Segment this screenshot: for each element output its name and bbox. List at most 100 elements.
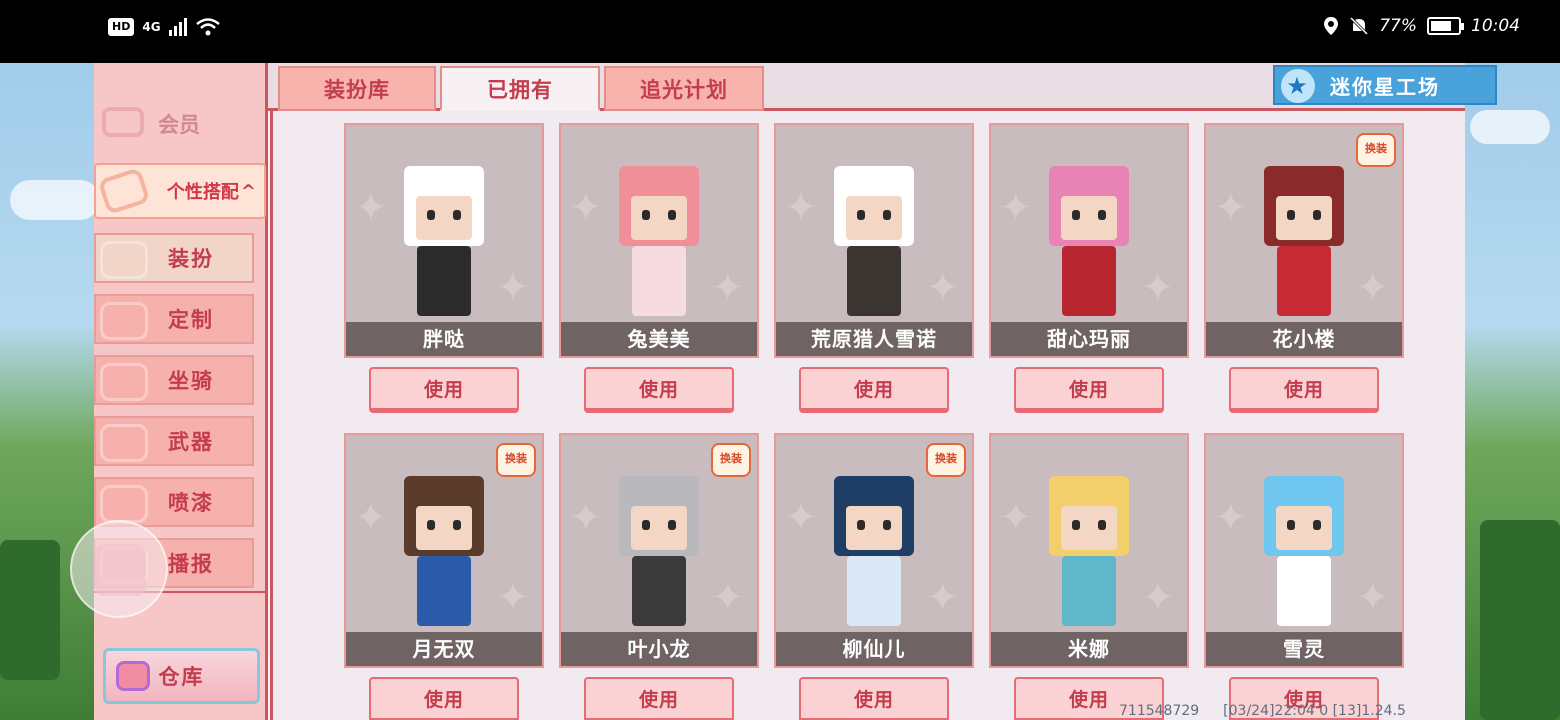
vip-icon — [102, 107, 144, 137]
battery-icon — [1427, 17, 1464, 35]
character-figure — [389, 456, 499, 636]
star-decoration: ✦ — [1356, 265, 1390, 311]
star-decoration: ✦ — [999, 495, 1033, 541]
star-decoration: ✦ — [569, 495, 603, 541]
dressup-panel: 会员 个性搭配 ^ 装扮定制坐骑武器喷漆播报 仓库 装扮库 已拥有 追光计划 ★… — [94, 63, 1497, 720]
pencil-icon — [100, 302, 148, 340]
clock: 10:04 — [1471, 16, 1520, 36]
outfit-change-badge: 换装 — [496, 443, 536, 477]
character-figure — [1034, 456, 1144, 636]
sidebar-item-label: 会员 — [158, 113, 200, 137]
footer-info: 711548729 [03/24]22:04 0 [13]1.24.5 — [1119, 703, 1406, 719]
sidebar-item-label: 定制 — [168, 308, 214, 332]
skin-name: 花小楼 — [1206, 322, 1402, 356]
skin-name: 甜心玛丽 — [991, 322, 1187, 356]
skin-card[interactable]: ✦ ✦ 米娜 — [989, 433, 1189, 668]
character-figure — [1034, 146, 1144, 326]
status-bar: HD 4G 77% 10:04 — [0, 0, 1560, 63]
star-decoration: ✦ — [1214, 185, 1248, 231]
signal-icon — [168, 18, 187, 36]
outfit-change-badge: 换装 — [1356, 133, 1396, 167]
mount-icon — [100, 363, 148, 401]
use-button[interactable]: 使用 — [369, 677, 519, 720]
skin-name: 叶小龙 — [561, 632, 757, 666]
hd-icon: HD — [108, 18, 135, 36]
outfit-change-badge: 换装 — [711, 443, 751, 477]
use-button[interactable]: 使用 — [369, 367, 519, 413]
sidebar-item-label: 喷漆 — [168, 491, 214, 515]
sidebar-item-label: 装扮 — [168, 247, 214, 271]
skin-card[interactable]: ✦ ✦ 换装 月无双 — [344, 433, 544, 668]
star-decoration: ✦ — [354, 185, 388, 231]
tab-label: 追光计划 — [640, 77, 728, 102]
use-button[interactable]: 使用 — [1229, 367, 1379, 413]
warehouse-button[interactable]: 仓库 — [103, 648, 260, 704]
sidebar-group-label: 个性搭配 — [166, 182, 239, 203]
location-icon — [1324, 17, 1339, 35]
skin-name: 柳仙儿 — [776, 632, 972, 666]
character-figure — [604, 146, 714, 326]
outfit-change-badge: 换装 — [926, 443, 966, 477]
star-decoration: ✦ — [926, 265, 960, 311]
wifi-icon — [195, 18, 220, 36]
skin-card[interactable]: ✦ ✦ 胖哒 — [344, 123, 544, 358]
backpack-icon — [116, 661, 150, 691]
use-button[interactable]: 使用 — [1014, 367, 1164, 413]
signal-type: 4G — [142, 20, 161, 34]
floating-assistant-button[interactable] — [70, 520, 168, 618]
skin-card[interactable]: ✦ ✦ 雪灵 — [1204, 433, 1404, 668]
star-decoration: ✦ — [1214, 495, 1248, 541]
character-figure — [1249, 456, 1359, 636]
sidebar-item-label: 坐骑 — [168, 369, 214, 393]
skin-name: 荒原猎人雪诺 — [776, 322, 972, 356]
skin-card[interactable]: ✦ ✦ 换装花小楼 — [1204, 123, 1404, 358]
star-decoration: ✦ — [999, 185, 1033, 231]
mute-bell-icon — [1350, 16, 1369, 36]
skin-name: 月无双 — [346, 632, 542, 666]
tab-dressup-library[interactable]: 装扮库 — [278, 66, 436, 111]
star-decoration: ✦ — [354, 495, 388, 541]
tab-chase-light-plan[interactable]: 追光计划 — [604, 66, 764, 111]
star-decoration: ✦ — [784, 495, 818, 541]
mini-workshop-button[interactable]: ★ 迷你星工场 — [1273, 65, 1497, 105]
star-decoration: ✦ — [1141, 265, 1175, 311]
sidebar-item-2[interactable]: 定制 — [94, 294, 254, 344]
mini-workshop-label: 迷你星工场 — [1330, 74, 1440, 99]
character-figure — [819, 146, 929, 326]
tab-bar: 装扮库 已拥有 追光计划 ★ 迷你星工场 — [268, 63, 1497, 111]
use-button[interactable]: 使用 — [584, 677, 734, 720]
sidebar-item-1[interactable]: 装扮 — [94, 233, 254, 283]
tab-owned[interactable]: 已拥有 — [440, 66, 600, 111]
skin-grid: ✦ ✦ 胖哒 使用 ✦ ✦ 兔美美 使用 ✦ ✦ 荒原猎人雪诺 使用 ✦ ✦ 甜心玛丽 使用 ✦ ✦ 换装 花小楼 使用… — [270, 111, 1465, 720]
style-icon — [97, 167, 151, 215]
gun-icon — [100, 424, 148, 462]
skin-card[interactable]: ✦ ✦ 换装叶小龙 — [559, 433, 759, 668]
sidebar-item-4[interactable]: 武器 — [94, 416, 254, 466]
skin-card[interactable]: ✦ ✦ 荒原猎人雪诺 — [774, 123, 974, 358]
star-decoration: ✦ — [784, 185, 818, 231]
star-decoration: ✦ — [1356, 575, 1390, 621]
star-decoration: ✦ — [1141, 575, 1175, 621]
skin-name: 雪灵 — [1206, 632, 1402, 666]
skin-name: 兔美美 — [561, 322, 757, 356]
user-id: 711548729 — [1119, 703, 1200, 719]
build-info: [03/24]22:04 0 [13]1.24.5 — [1223, 703, 1406, 719]
tab-label: 装扮库 — [324, 77, 390, 102]
star-decoration: ✦ — [496, 265, 530, 311]
star-decoration: ✦ — [711, 575, 745, 621]
character-figure — [389, 146, 499, 326]
use-button[interactable]: 使用 — [799, 367, 949, 413]
character-figure — [819, 456, 929, 636]
sidebar-group-personal-style[interactable]: 个性搭配 ^ — [94, 163, 266, 219]
battery-percent: 77% — [1379, 16, 1417, 36]
sidebar-item-3[interactable]: 坐骑 — [94, 355, 254, 405]
sidebar-item-label: 播报 — [168, 552, 214, 576]
sidebar: 会员 个性搭配 ^ 装扮定制坐骑武器喷漆播报 仓库 — [94, 63, 268, 720]
skin-card[interactable]: ✦ ✦ 兔美美 — [559, 123, 759, 358]
skin-card[interactable]: ✦ ✦ 甜心玛丽 — [989, 123, 1189, 358]
use-button[interactable]: 使用 — [799, 677, 949, 720]
sidebar-item-vip[interactable]: 会员 — [94, 103, 264, 145]
skin-card[interactable]: ✦ ✦ 换装 柳仙儿 — [774, 433, 974, 668]
use-button[interactable]: 使用 — [584, 367, 734, 413]
chevron-up-icon: ^ — [240, 180, 256, 202]
